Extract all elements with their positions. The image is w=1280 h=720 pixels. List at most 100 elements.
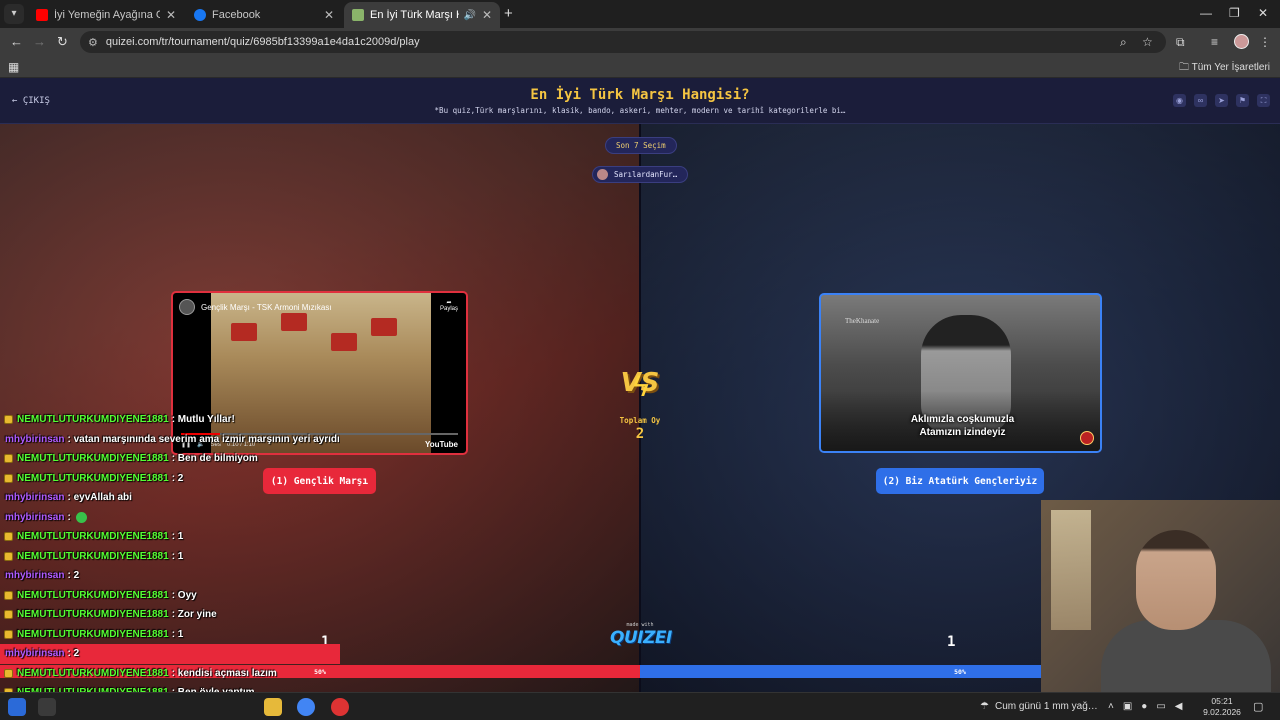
chat-text: : (67, 511, 71, 523)
subscriber-badge-icon (4, 532, 13, 542)
file-explorer-icon[interactable] (264, 698, 282, 716)
browser-tab-quiz[interactable]: En İyi Türk Marşı Hangisi? 🔊 ✕ (344, 2, 500, 28)
chat-message: NEMUTLUTURKUMDIYENE1881: 1 (0, 547, 340, 567)
chat-message: NEMUTLUTURKUMDIYENE1881: Oyy (0, 586, 340, 606)
facebook-favicon-icon (194, 9, 206, 21)
microphone-icon[interactable]: ● (1141, 701, 1147, 712)
chat-username: NEMUTLUTURKUMDIYENE1881 (17, 531, 169, 543)
made-with-quizei[interactable]: made with QUIZEI (610, 622, 672, 648)
close-tab-icon[interactable]: ✕ (482, 8, 492, 22)
browser-menu-icon[interactable]: ⋮ (1259, 35, 1271, 49)
chat-username: mhybirinsan (5, 433, 65, 445)
quiz-title: En İyi Türk Marşı Hangisi? (530, 87, 750, 103)
site-info-icon[interactable]: ⚙ (88, 36, 98, 49)
chat-message: NEMUTLUTURKUMDIYENE1881: Ben de bilmiyom (0, 449, 340, 469)
close-tab-icon[interactable]: ✕ (324, 8, 334, 22)
close-tab-icon[interactable]: ✕ (166, 8, 176, 22)
browser-tab-facebook[interactable]: Facebook ✕ (186, 2, 342, 28)
reload-icon[interactable]: ↻ (57, 34, 68, 50)
eye-icon[interactable]: ◉ (1173, 94, 1186, 107)
bookmarks-bar: ▦ 🗀 Tüm Yer İşaretleri (0, 56, 1280, 78)
tab-search-icon[interactable]: ▾ (4, 4, 24, 24)
chat-text: : 1 (171, 628, 184, 640)
chat-text: : 2 (67, 570, 80, 582)
apps-grid-icon[interactable]: ▦ (8, 60, 19, 74)
chat-message: NEMUTLUTURKUMDIYENE1881: kendisi açması … (0, 664, 340, 684)
audio-playing-icon[interactable]: 🔊 (463, 10, 475, 21)
back-icon[interactable]: ← (10, 34, 23, 49)
image-watermark: TheKhanate (845, 317, 880, 325)
speaker-icon[interactable]: ◀ (1175, 701, 1183, 712)
link-icon[interactable]: ∞ (1194, 94, 1207, 107)
all-bookmarks-label: Tüm Yer İşaretleri (1191, 62, 1270, 73)
close-window-icon[interactable]: ✕ (1258, 6, 1268, 20)
media-control-icon[interactable]: ≡ (1211, 35, 1218, 49)
chat-username: NEMUTLUTURKUMDIYENE1881 (17, 667, 169, 679)
chat-username: mhybirinsan (5, 511, 65, 523)
profile-avatar[interactable] (1234, 34, 1249, 49)
round-label: Son 7 Seçim (616, 141, 666, 150)
browser-tab-youtube[interactable]: İyi Yemeğin Ayağına Gidilir #9 | ✕ (28, 2, 184, 28)
monitor-icon[interactable]: ▭ (1156, 701, 1165, 712)
chat-message: mhybirinsan: 2 (0, 566, 340, 586)
total-votes-value: 2 (635, 426, 645, 442)
send-icon[interactable]: ➤ (1215, 94, 1228, 107)
extensions-icon[interactable]: ⧉ (1176, 35, 1185, 50)
clock[interactable]: 05:21 9.02.2026 (1200, 696, 1244, 718)
weather-text: Cum günü 1 mm yağ… (994, 701, 1098, 712)
chat-username: NEMUTLUTURKUMDIYENE1881 (17, 628, 169, 640)
subscriber-badge-icon (4, 415, 13, 425)
network-icon[interactable]: ▣ (1123, 701, 1132, 712)
streamer-webcam (1041, 500, 1280, 692)
youtube-favicon-icon (36, 9, 48, 21)
emote-icon (75, 511, 87, 523)
rain-icon: ☂ (980, 701, 989, 712)
chat-username: NEMUTLUTURKUMDIYENE1881 (17, 472, 169, 484)
weather-widget[interactable]: ☂ Cum günü 1 mm yağ… (980, 701, 1098, 712)
tab-title: İyi Yemeğin Ayağına Gidilir #9 | (54, 9, 160, 21)
quiz-description: *Bu quiz,Türk marşlarını, klasik, bando,… (434, 106, 846, 115)
start-icon[interactable] (8, 698, 26, 716)
subscriber-badge-icon (4, 454, 13, 464)
windows-taskbar: ☂ Cum günü 1 mm yağ… ˄ ▣ ● ▭ ◀ 05:21 9.0… (0, 692, 1280, 720)
chat-text: : Mutlu Yıllar! (171, 414, 235, 426)
notification-icon[interactable]: ▢ (1253, 700, 1263, 713)
video-title: Gençlik Marşı - TSK Armoni Mızıkası (201, 302, 332, 312)
search-icon[interactable] (38, 698, 56, 716)
flag-icon[interactable]: ⚑ (1236, 94, 1249, 107)
chat-username: NEMUTLUTURKUMDIYENE1881 (17, 609, 169, 621)
chat-text: : Ben de bilmiyom (171, 453, 258, 465)
url-text: quizei.com/tr/tournament/quiz/6985bf1339… (105, 36, 420, 48)
youtube-logo[interactable]: YouTube (425, 440, 458, 449)
restore-icon[interactable]: ❐ (1229, 6, 1240, 20)
right-choice-image[interactable]: TheKhanate Aklımızla coşkumuzla Atamızın… (819, 293, 1102, 453)
right-vote-count: 1 (947, 634, 956, 650)
choice-button-right[interactable]: (2) Biz Atatürk Gençleriyiz (876, 468, 1044, 494)
bookmark-star-icon[interactable]: ☆ (1142, 35, 1153, 49)
fullscreen-icon[interactable]: ⛶ (1257, 94, 1270, 107)
chevron-up-icon[interactable]: ˄ (1108, 701, 1114, 712)
chat-text: : 2 (67, 648, 80, 660)
channel-avatar[interactable] (179, 299, 195, 315)
url-bar[interactable]: ⚙ quizei.com/tr/tournament/quiz/6985bf13… (80, 31, 1166, 53)
zoom-icon[interactable]: ⌕ (1120, 35, 1127, 50)
subscriber-badge-icon (4, 629, 13, 639)
forward-icon[interactable]: → (33, 34, 46, 49)
clock-time: 05:21 (1211, 696, 1233, 706)
chrome-icon[interactable] (297, 698, 315, 716)
all-bookmarks-button[interactable]: 🗀 Tüm Yer İşaretleri (1179, 60, 1270, 77)
webcam-head (1136, 530, 1216, 630)
share-label: Paylaş (439, 306, 458, 312)
chat-message: NEMUTLUTURKUMDIYENE1881: 1 (0, 625, 340, 645)
chat-text: : vatan marşınında severim ama izmir mar… (67, 433, 340, 445)
new-tab-icon[interactable]: + (504, 5, 513, 22)
obs-icon[interactable] (331, 698, 349, 716)
video-title-bar[interactable]: Gençlik Marşı - TSK Armoni Mızıkası (179, 299, 332, 315)
chat-message: NEMUTLUTURKUMDIYENE1881: Zor yine (0, 605, 340, 625)
chat-text: : eyvAllah abi (67, 492, 132, 504)
share-button[interactable]: ➦ Paylaş (440, 299, 458, 312)
webcam-lamp (1051, 510, 1091, 630)
chat-text: : 1 (171, 550, 184, 562)
minimize-icon[interactable]: — (1200, 6, 1212, 20)
chat-username: mhybirinsan (5, 492, 65, 504)
